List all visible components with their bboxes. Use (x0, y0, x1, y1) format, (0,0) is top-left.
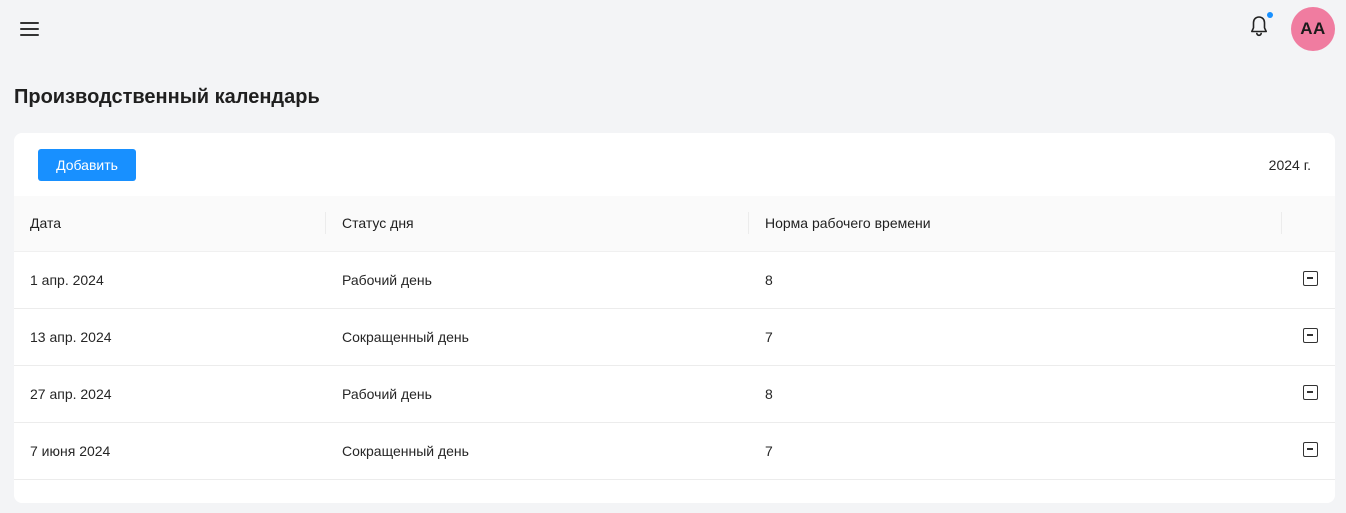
minus-square-icon[interactable] (1303, 441, 1318, 457)
cell-status: Сокращенный день (342, 442, 469, 459)
bell-icon[interactable] (1247, 12, 1273, 42)
minus-square-icon[interactable] (1303, 384, 1318, 400)
table-row[interactable]: 1 апр. 2024 Рабочий день 8 (14, 251, 1335, 308)
cell-status: Сокращенный день (342, 328, 469, 345)
minus-square-icon[interactable] (1303, 327, 1318, 343)
cell-status: Рабочий день (342, 385, 432, 402)
cell-action (1282, 251, 1335, 308)
calendar-table: Дата Статус дня Норма рабочего времени 1… (14, 196, 1335, 480)
notification-dot (1267, 12, 1273, 18)
cell-action (1282, 308, 1335, 365)
cell-status: Рабочий день (342, 271, 432, 288)
page-title: Производственный календарь (14, 86, 320, 108)
cell-norm: 8 (765, 385, 773, 402)
cell-date: 1 апр. 2024 (30, 271, 104, 288)
cell-norm: 7 (765, 328, 773, 345)
hamburger-menu-icon[interactable] (20, 21, 39, 37)
table-header-row: Дата Статус дня Норма рабочего времени (14, 196, 1335, 252)
avatar[interactable]: AA (1291, 7, 1335, 51)
add-button[interactable]: Добавить (38, 149, 136, 181)
top-bar: AA (0, 0, 1346, 58)
column-header-actions (1282, 196, 1335, 252)
minus-square-icon[interactable] (1303, 270, 1318, 286)
cell-date: 27 апр. 2024 (30, 385, 112, 402)
bell-icon-graphic (1251, 16, 1267, 37)
column-header-status[interactable]: Статус дня (326, 196, 749, 252)
cell-norm: 7 (765, 442, 773, 459)
column-header-norm[interactable]: Норма рабочего времени (749, 196, 1282, 252)
table-row[interactable]: 7 июня 2024 Сокращенный день 7 (14, 422, 1335, 479)
column-header-date[interactable]: Дата (14, 196, 326, 252)
cell-norm: 8 (765, 271, 773, 288)
cell-action (1282, 422, 1335, 479)
cell-date: 7 июня 2024 (30, 442, 111, 459)
calendar-card: Добавить 2024 г. Дата Статус дня Норма р… (14, 133, 1335, 503)
cell-action (1282, 365, 1335, 422)
table-row[interactable]: 27 апр. 2024 Рабочий день 8 (14, 365, 1335, 422)
table-row[interactable]: 13 апр. 2024 Сокращенный день 7 (14, 308, 1335, 365)
cell-date: 13 апр. 2024 (30, 328, 112, 345)
year-selector[interactable]: 2024 г. (1269, 157, 1311, 173)
